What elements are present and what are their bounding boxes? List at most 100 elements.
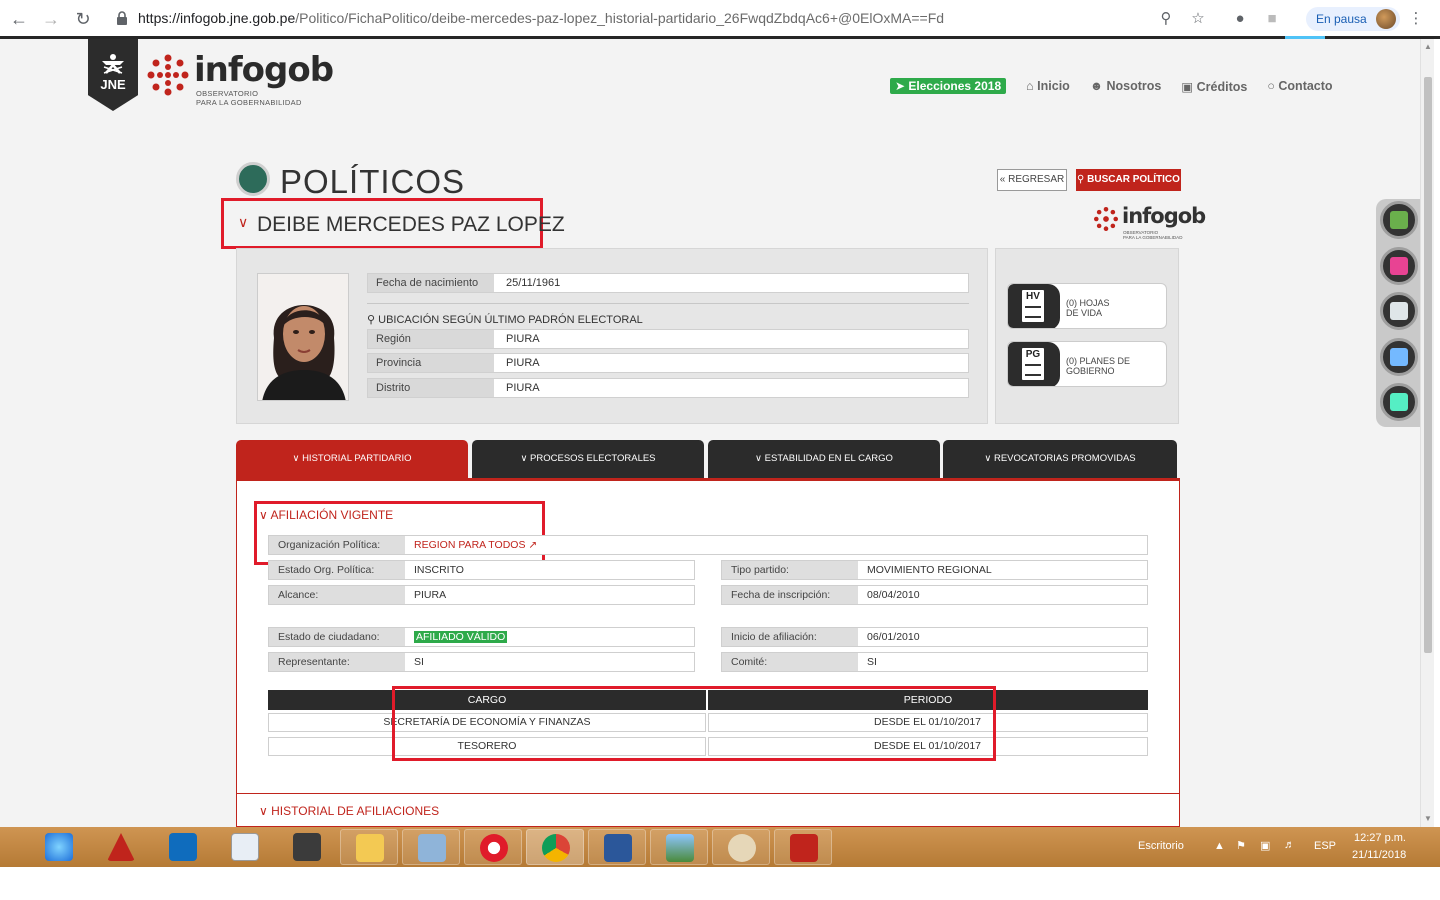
scroll-down-icon[interactable]: ▼ bbox=[1424, 815, 1432, 823]
taskbar-outlook[interactable] bbox=[154, 829, 212, 865]
hojas-de-vida-button[interactable]: HV (0) HOJAS DE VIDA bbox=[1007, 283, 1167, 329]
tray-expand-icon[interactable]: ▲ bbox=[1214, 840, 1225, 852]
sync-paused-pill[interactable]: En pausa bbox=[1306, 7, 1400, 31]
extension-bulb-icon[interactable]: ● bbox=[1230, 9, 1250, 29]
affiliation-title[interactable]: ∨ AFILIACIÓN VIGENTE bbox=[259, 508, 393, 522]
dock-report-icon[interactable] bbox=[1380, 338, 1418, 376]
url-text: https://infogob.jne.gob.pe/Politico/Fich… bbox=[138, 10, 945, 26]
documents-card: HV (0) HOJAS DE VIDA PG (0) PLANES DE GOBI… bbox=[995, 248, 1179, 424]
infogob-subtitle: OBSERVATORIO PARA LA GOBERNABILIDAD bbox=[196, 89, 302, 107]
district-value: PIURA bbox=[506, 382, 540, 394]
taskbar-explorer[interactable] bbox=[340, 829, 398, 865]
tab-estabilidad-cargo[interactable]: ∨ ESTABILIDAD EN EL CARGO bbox=[708, 440, 940, 478]
province-label: Provincia bbox=[368, 354, 494, 372]
fecha-inscripcion-label: Fecha de inscripción: bbox=[722, 586, 858, 604]
profile-avatar bbox=[1376, 9, 1396, 29]
desktop-toolbar-label[interactable]: Escritorio bbox=[1138, 840, 1184, 852]
nav-contacto[interactable]: ○ Contacto bbox=[1267, 79, 1332, 93]
page-scrollbar[interactable]: ▲ ▼ bbox=[1420, 39, 1434, 827]
network-icon bbox=[418, 834, 446, 862]
opera-icon bbox=[480, 834, 508, 862]
taskbar-sublime[interactable] bbox=[278, 829, 336, 865]
word-icon bbox=[604, 834, 632, 862]
inicio-afiliacion-label: Inicio de afiliación: bbox=[722, 628, 858, 646]
internet-explorer-icon bbox=[45, 833, 73, 861]
star-icon[interactable]: ☆ bbox=[1188, 9, 1208, 29]
volume-icon[interactable]: ♬ bbox=[1284, 839, 1295, 851]
location-heading: ⚲ UBICACIÓN SEGÚN ÚLTIMO PADRÓN ELECTORA… bbox=[367, 314, 643, 326]
tab-revocatorias[interactable]: ∨ REVOCATORIAS PROMOVIDAS bbox=[943, 440, 1177, 478]
address-bar[interactable]: https://infogob.jne.gob.pe/Politico/Fich… bbox=[108, 6, 1218, 32]
flag-icon[interactable]: ⚑ bbox=[1236, 839, 1246, 852]
search-politician-button[interactable]: ⚲ BUSCAR POLÍTICO bbox=[1076, 169, 1181, 191]
back-button[interactable]: « REGRESAR bbox=[997, 169, 1067, 191]
org-politica-label: Organización Política: bbox=[269, 536, 405, 554]
scroll-up-icon[interactable]: ▲ bbox=[1424, 43, 1432, 51]
tab-procesos-electorales[interactable]: ∨ PROCESOS ELECTORALES bbox=[472, 440, 704, 478]
dock-parties-icon[interactable] bbox=[1380, 247, 1418, 285]
taskbar-network[interactable] bbox=[402, 829, 460, 865]
infogob-dots-icon[interactable] bbox=[147, 54, 189, 96]
planes-de-gobierno-button[interactable]: PG (0) PLANES DE GOBIERNO bbox=[1007, 341, 1167, 387]
menu-kebab-icon[interactable]: ⋮ bbox=[1406, 9, 1426, 29]
hojas-de-vida-label: (0) HOJAS DE VIDA bbox=[1066, 298, 1110, 318]
person-name-header[interactable]: ∨ DEIBE MERCEDES PAZ LOPEZ bbox=[221, 198, 565, 249]
birth-date-label: Fecha de nacimiento bbox=[368, 274, 494, 292]
cargo-highlight bbox=[392, 686, 996, 761]
estado-ciudadano-value: AFILIADO VÁLIDO bbox=[414, 628, 508, 646]
comite-row: Comité: SI bbox=[721, 652, 1148, 672]
folder-icon bbox=[356, 834, 384, 862]
sublime-text-icon bbox=[293, 833, 321, 861]
dock-database-icon[interactable] bbox=[1380, 383, 1418, 421]
pdf-extension-icon[interactable]: ■ bbox=[1262, 9, 1282, 29]
nav-elecciones-2018[interactable]: ➤ Elecciones 2018 bbox=[890, 78, 1007, 94]
taskbar-opera[interactable] bbox=[464, 829, 522, 865]
back-arrow-icon[interactable]: ← bbox=[8, 8, 30, 30]
language-indicator[interactable]: ESP bbox=[1314, 840, 1336, 852]
dock-map-icon[interactable] bbox=[1380, 201, 1418, 239]
users-icon: ☻ bbox=[1089, 79, 1103, 93]
browser-toolbar: ← → ↻ https://infogob.jne.gob.pe/Politic… bbox=[0, 0, 1440, 39]
profile-card: Fecha de nacimiento 25/11/1961 ⚲ UBICACI… bbox=[236, 248, 988, 424]
clock-time[interactable]: 12:27 p.m. bbox=[1354, 832, 1406, 844]
tipo-partido-row: Tipo partido: MOVIMIENTO REGIONAL bbox=[721, 560, 1148, 580]
chat-icon: ○ bbox=[1267, 79, 1275, 93]
taskbar-word[interactable] bbox=[588, 829, 646, 865]
taskbar-acrobat[interactable] bbox=[774, 829, 832, 865]
reload-icon[interactable]: ↻ bbox=[72, 8, 94, 30]
birth-date-row: Fecha de nacimiento 25/11/1961 bbox=[367, 273, 969, 293]
dock-ballot-icon[interactable] bbox=[1380, 292, 1418, 330]
jne-logo[interactable]: JNE bbox=[88, 39, 138, 111]
zoom-icon[interactable]: ⚲ bbox=[1156, 9, 1176, 29]
representante-label: Representante: bbox=[269, 653, 405, 671]
jne-label: JNE bbox=[100, 77, 126, 92]
forward-arrow-icon[interactable]: → bbox=[40, 8, 62, 30]
politicos-avatar-icon bbox=[236, 162, 270, 196]
photo-viewer-icon bbox=[666, 834, 694, 862]
network-tray-icon[interactable]: ▣ bbox=[1260, 839, 1270, 852]
infogob-wordmark[interactable]: infogob bbox=[194, 50, 334, 90]
nav-creditos[interactable]: ▣ Créditos bbox=[1181, 79, 1247, 94]
chrome-icon bbox=[542, 834, 570, 862]
taskbar-calculator[interactable] bbox=[216, 829, 274, 865]
tipo-partido-label: Tipo partido: bbox=[722, 561, 858, 579]
camera-icon: ▣ bbox=[1181, 79, 1194, 94]
nav-inicio[interactable]: ⌂ Inicio bbox=[1026, 79, 1070, 93]
tab-bar: ∨ HISTORIAL PARTIDARIO ∨ PROCESOS ELECTO… bbox=[236, 440, 1180, 478]
province-row: Provincia PIURA bbox=[367, 353, 969, 373]
clock-date[interactable]: 21/11/2018 bbox=[1352, 849, 1406, 861]
taskbar-autocad[interactable] bbox=[92, 829, 150, 865]
org-politica-link[interactable]: REGION PARA TODOS ↗ bbox=[414, 536, 537, 554]
scroll-thumb[interactable] bbox=[1424, 77, 1432, 653]
taskbar-ie[interactable] bbox=[30, 829, 88, 865]
tab-historial-partidario[interactable]: ∨ HISTORIAL PARTIDARIO bbox=[236, 440, 468, 478]
historial-afiliaciones-title[interactable]: ∨ HISTORIAL DE AFILIACIONES bbox=[259, 804, 439, 818]
nav-nosotros[interactable]: ☻ Nosotros bbox=[1090, 79, 1162, 93]
province-value: PIURA bbox=[506, 357, 540, 369]
taskbar-chrome[interactable] bbox=[526, 829, 584, 865]
taskbar-photos[interactable] bbox=[650, 829, 708, 865]
lock-icon bbox=[117, 11, 127, 25]
taskbar-paint[interactable] bbox=[712, 829, 770, 865]
tab-content: ∨ AFILIACIÓN VIGENTE Organización Políti… bbox=[236, 478, 1180, 827]
inicio-afiliacion-value: 06/01/2010 bbox=[867, 631, 920, 643]
